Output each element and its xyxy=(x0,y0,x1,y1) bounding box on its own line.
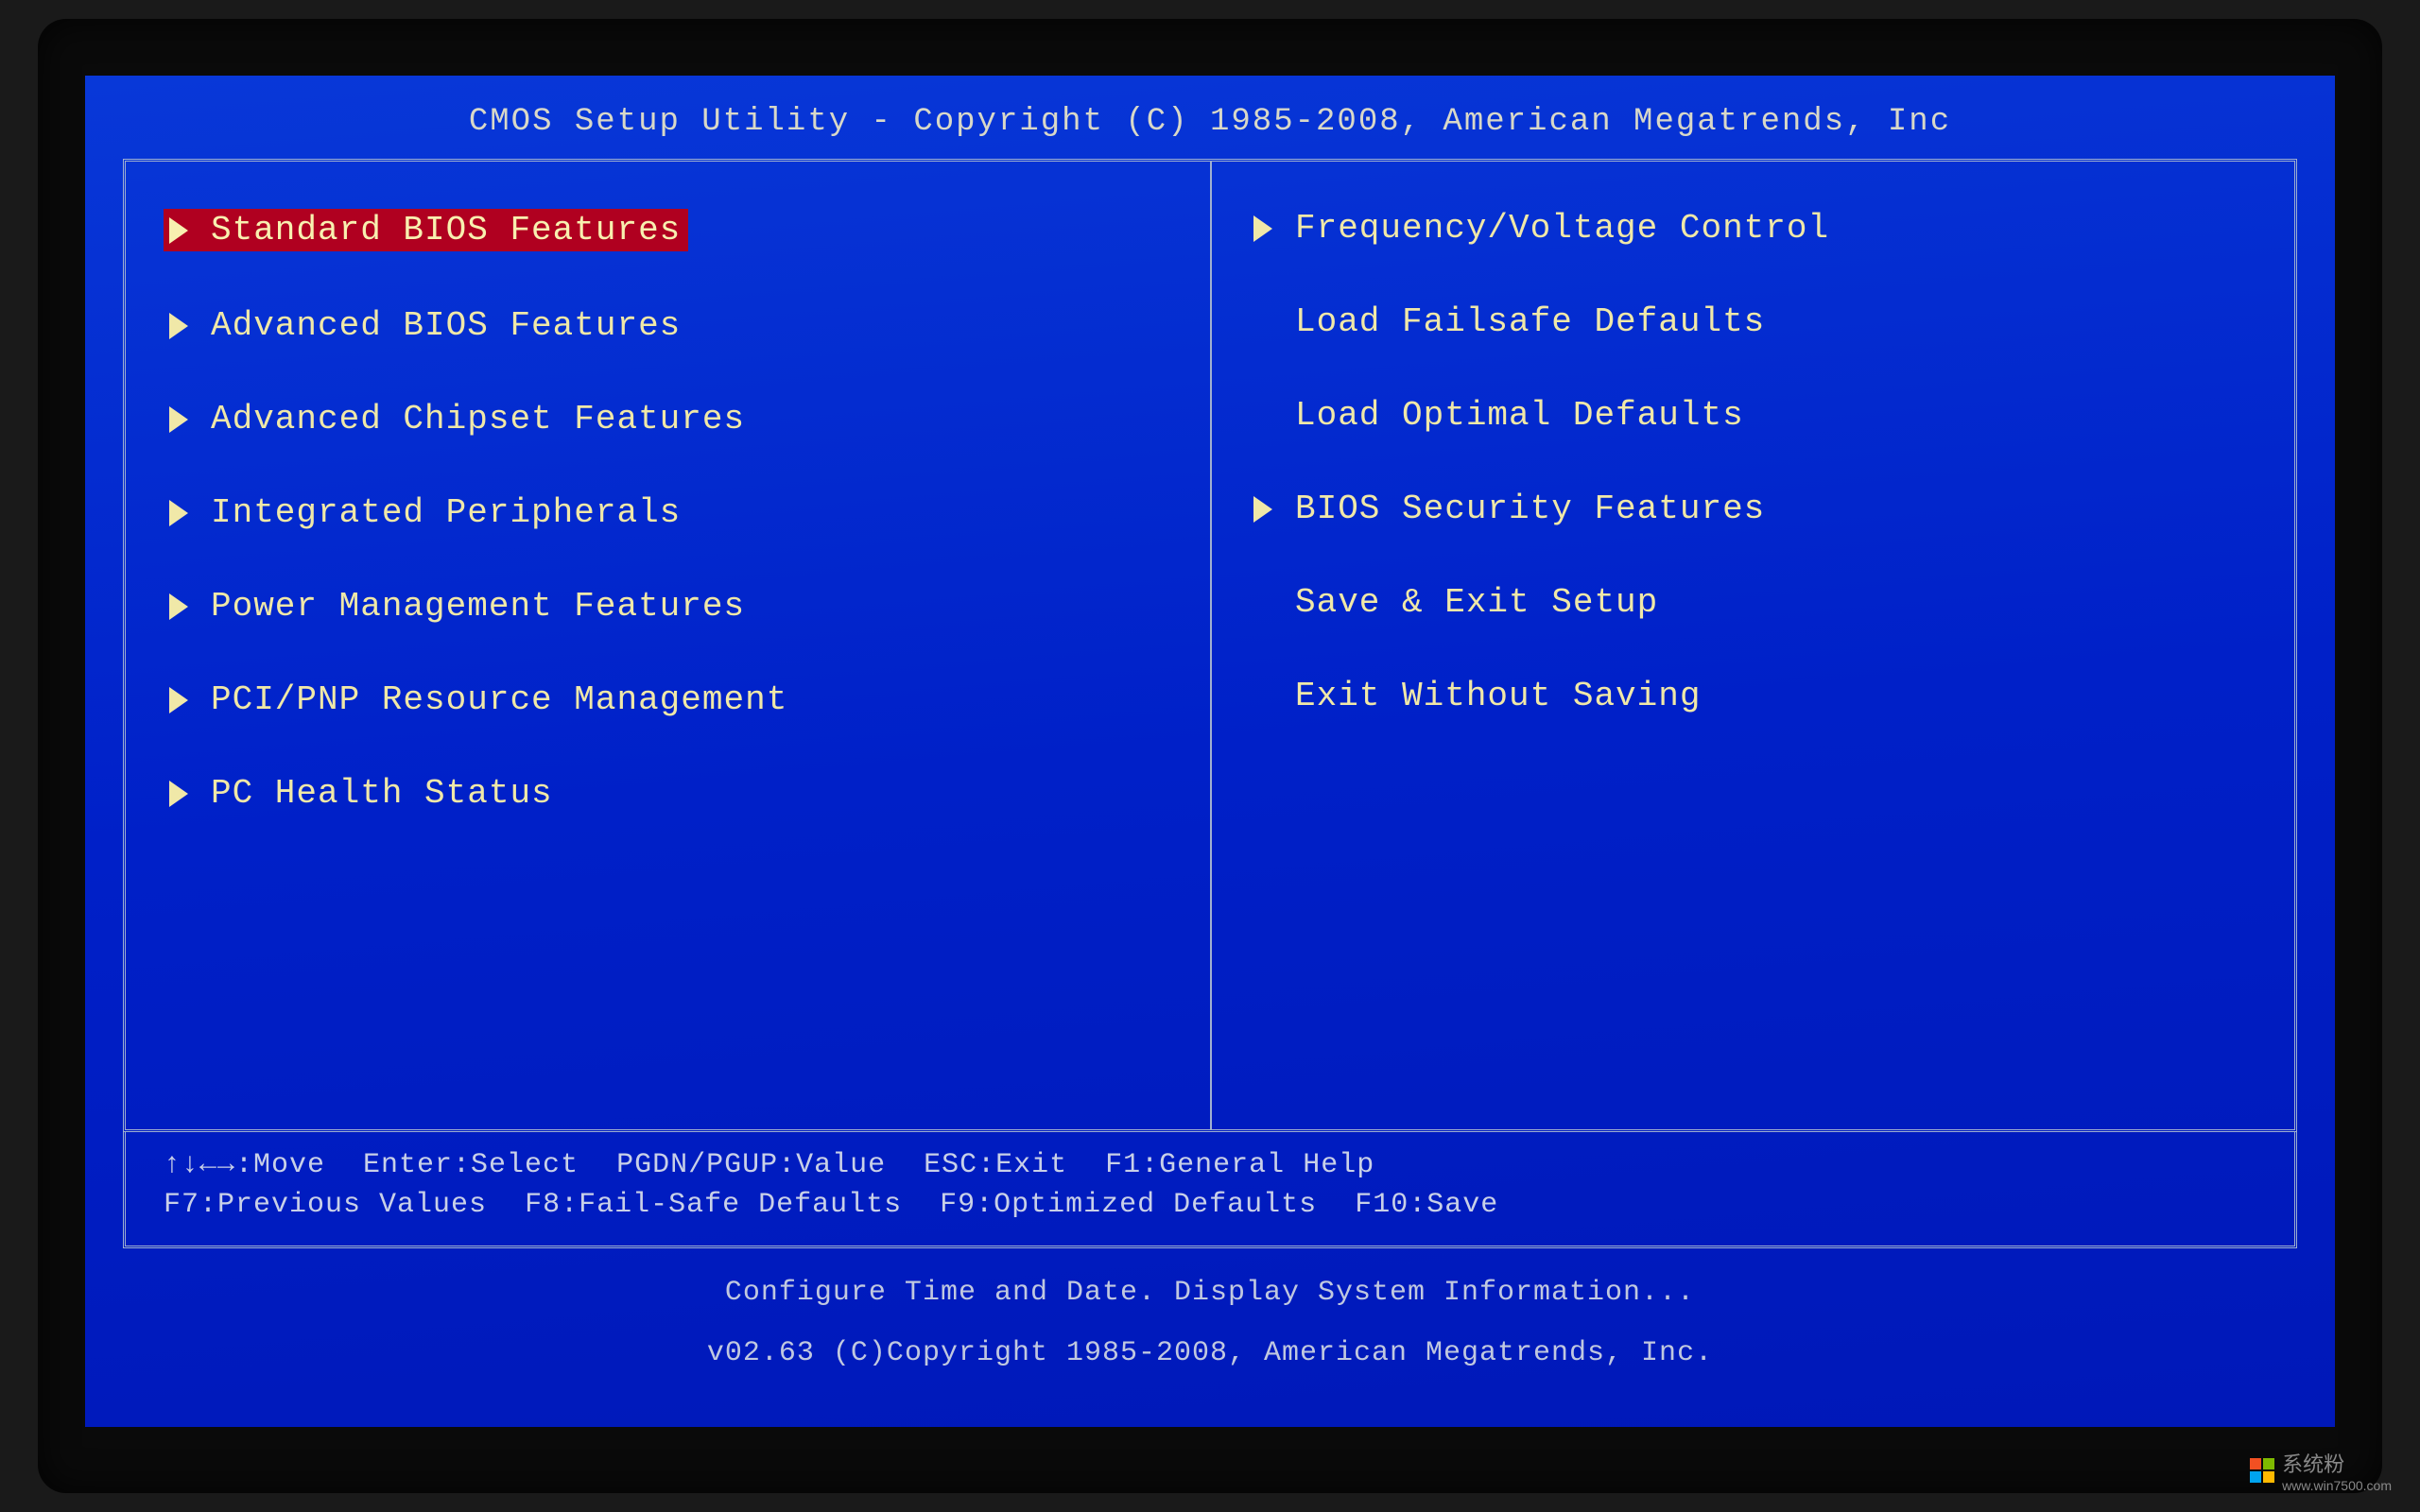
help-general: F1:General Help xyxy=(1105,1149,1374,1181)
menu-arrow-icon xyxy=(169,313,188,339)
help-exit: ESC:Exit xyxy=(924,1149,1067,1181)
menu-item-label: Standard BIOS Features xyxy=(211,211,681,249)
menu-arrow-icon xyxy=(1253,496,1272,523)
menu-arrow-icon xyxy=(1253,215,1272,242)
menu-item-label: Exit Without Saving xyxy=(1295,677,1701,715)
menu-item-left-0[interactable]: Standard BIOS Features xyxy=(164,209,688,251)
help-optimized: F9:Optimized Defaults xyxy=(940,1189,1317,1221)
menu-item-left-5[interactable]: PCI/PNP Resource Management xyxy=(164,680,1172,719)
menu-item-left-3[interactable]: Integrated Peripherals xyxy=(164,493,1172,532)
menu-item-right-0[interactable]: Frequency/Voltage Control xyxy=(1248,209,2256,248)
menu-item-left-6[interactable]: PC Health Status xyxy=(164,774,1172,813)
menu-arrow-icon xyxy=(169,406,188,433)
windows-logo-icon xyxy=(2250,1458,2274,1483)
menu-arrow-icon xyxy=(169,593,188,620)
info-description: Configure Time and Date. Display System … xyxy=(123,1277,2297,1309)
watermark-text: 系统粉 xyxy=(2282,1448,2392,1478)
vertical-divider xyxy=(1210,162,1212,1129)
menu-arrow-icon xyxy=(169,687,188,713)
menu-item-label: Load Failsafe Defaults xyxy=(1295,302,1765,341)
menu-item-right-4[interactable]: Save & Exit Setup xyxy=(1248,583,2256,622)
help-value: PGDN/PGUP:Value xyxy=(616,1149,886,1181)
help-failsafe: F8:Fail-Safe Defaults xyxy=(525,1189,902,1221)
right-column: Frequency/Voltage Control Load Failsafe D… xyxy=(1210,162,2294,1129)
menu-item-label: BIOS Security Features xyxy=(1295,490,1765,528)
left-column: Standard BIOS Features Advanced BIOS Feat… xyxy=(126,162,1210,1129)
menu-item-label: Load Optimal Defaults xyxy=(1295,396,1744,435)
menu-arrow-icon xyxy=(169,217,188,244)
watermark-url: www.win7500.com xyxy=(2282,1478,2392,1493)
menu-item-left-1[interactable]: Advanced BIOS Features xyxy=(164,306,1172,345)
help-line-1: ↑↓←→:Move Enter:Select PGDN/PGUP:Value E… xyxy=(164,1149,2256,1181)
menu-item-left-4[interactable]: Power Management Features xyxy=(164,587,1172,626)
menu-arrow-icon xyxy=(169,500,188,526)
menu-arrow-icon xyxy=(169,781,188,807)
bios-screen: CMOS Setup Utility - Copyright (C) 1985-… xyxy=(85,76,2335,1427)
help-save: F10:Save xyxy=(1355,1189,1498,1221)
menu-item-label: Power Management Features xyxy=(211,587,745,626)
menu-item-right-3[interactable]: BIOS Security Features xyxy=(1248,490,2256,528)
monitor-frame: CMOS Setup Utility - Copyright (C) 1985-… xyxy=(38,19,2382,1493)
help-section: ↑↓←→:Move Enter:Select PGDN/PGUP:Value E… xyxy=(123,1132,2297,1248)
main-menu-box: Standard BIOS Features Advanced BIOS Feat… xyxy=(123,159,2297,1132)
menu-item-label: PC Health Status xyxy=(211,774,553,813)
info-version: v02.63 (C)Copyright 1985-2008, American … xyxy=(123,1337,2297,1369)
menu-item-label: PCI/PNP Resource Management xyxy=(211,680,787,719)
menu-item-right-1[interactable]: Load Failsafe Defaults xyxy=(1248,302,2256,341)
help-prev: F7:Previous Values xyxy=(164,1189,487,1221)
menu-item-left-2[interactable]: Advanced Chipset Features xyxy=(164,400,1172,438)
watermark: 系统粉 www.win7500.com xyxy=(2250,1448,2392,1493)
help-select: Enter:Select xyxy=(363,1149,579,1181)
title-bar: CMOS Setup Utility - Copyright (C) 1985-… xyxy=(123,104,2297,140)
menu-item-label: Frequency/Voltage Control xyxy=(1295,209,1829,248)
menu-item-label: Advanced BIOS Features xyxy=(211,306,681,345)
help-move: ↑↓←→:Move xyxy=(164,1149,325,1181)
info-section: Configure Time and Date. Display System … xyxy=(123,1248,2297,1379)
menu-item-label: Save & Exit Setup xyxy=(1295,583,1658,622)
menu-item-right-5[interactable]: Exit Without Saving xyxy=(1248,677,2256,715)
menu-item-label: Advanced Chipset Features xyxy=(211,400,745,438)
help-line-2: F7:Previous Values F8:Fail-Safe Defaults… xyxy=(164,1189,2256,1221)
menu-item-label: Integrated Peripherals xyxy=(211,493,681,532)
menu-item-right-2[interactable]: Load Optimal Defaults xyxy=(1248,396,2256,435)
